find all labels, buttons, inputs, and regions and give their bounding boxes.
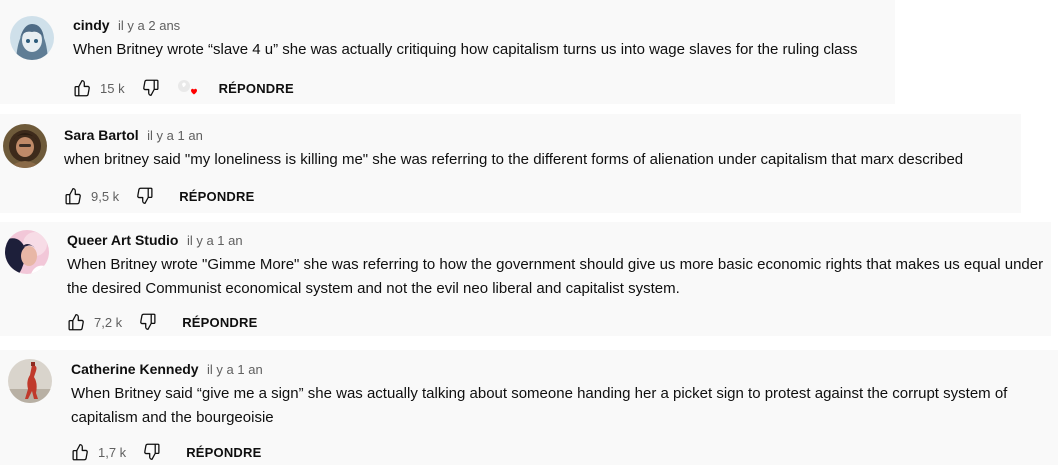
avatar[interactable] xyxy=(8,359,52,403)
thumb-down-icon[interactable] xyxy=(139,76,163,100)
heart-icon xyxy=(177,80,197,95)
thumb-up-icon[interactable] xyxy=(68,440,92,464)
comment-4: Catherine Kennedy il y a 1 an When Britn… xyxy=(0,350,1058,465)
timestamp[interactable]: il y a 1 an xyxy=(187,233,243,248)
comment-1: cindy il y a 2 ans When Britney wrote “s… xyxy=(0,0,895,104)
comment-toolbar: 7,2 k RÉPONDRE xyxy=(64,310,257,334)
thumb-up-icon[interactable] xyxy=(64,310,88,334)
comment-header: cindy il y a 2 ans xyxy=(73,17,180,35)
avatar[interactable] xyxy=(5,230,49,274)
comment-text: When Britney wrote "Gimme More" she was … xyxy=(67,256,1044,297)
thumb-up-icon[interactable] xyxy=(70,76,94,100)
reply-button[interactable]: RÉPONDRE xyxy=(219,81,294,96)
avatar-image xyxy=(3,124,47,168)
thumb-down-icon[interactable] xyxy=(133,184,157,208)
avatar-image xyxy=(10,16,54,60)
reply-button[interactable]: RÉPONDRE xyxy=(182,315,257,330)
comment-text: When Britney said “give me a sign” she w… xyxy=(71,385,1008,426)
reply-button[interactable]: RÉPONDRE xyxy=(179,189,254,204)
like-count: 9,5 k xyxy=(91,188,120,204)
avatar-image xyxy=(8,359,52,403)
creator-heart-badge xyxy=(175,76,201,100)
timestamp[interactable]: il y a 1 an xyxy=(207,362,263,377)
thumb-down-icon[interactable] xyxy=(140,440,164,464)
thumb-up-icon[interactable] xyxy=(61,184,85,208)
author-name[interactable]: cindy xyxy=(73,17,110,33)
comment-header: Queer Art Studio il y a 1 an xyxy=(67,232,243,250)
like-count: 1,7 k xyxy=(98,444,127,460)
comment-toolbar: 1,7 k RÉPONDRE xyxy=(68,440,261,464)
reply-button[interactable]: RÉPONDRE xyxy=(186,445,261,460)
like-count: 7,2 k xyxy=(94,314,123,330)
avatar[interactable] xyxy=(10,16,54,60)
timestamp[interactable]: il y a 2 ans xyxy=(118,18,180,33)
comment-text: when britney said "my loneliness is kill… xyxy=(64,151,964,168)
comment-header: Sara Bartol il y a 1 an xyxy=(64,127,203,145)
thumb-down-icon[interactable] xyxy=(136,310,160,334)
author-name[interactable]: Sara Bartol xyxy=(64,127,139,143)
comment-text: When Britney wrote “slave 4 u” she was a… xyxy=(73,41,858,58)
comment-header: Catherine Kennedy il y a 1 an xyxy=(71,361,263,379)
comment-toolbar: 9,5 k RÉPONDRE xyxy=(61,184,254,208)
avatar-image xyxy=(5,230,49,274)
like-count: 15 k xyxy=(100,80,125,96)
author-name[interactable]: Queer Art Studio xyxy=(67,232,179,248)
timestamp[interactable]: il y a 1 an xyxy=(147,128,203,143)
comment-3: Queer Art Studio il y a 1 an When Britne… xyxy=(0,222,1051,336)
avatar[interactable] xyxy=(3,124,47,168)
comment-toolbar: 15 k RÉPONDRE xyxy=(70,76,294,100)
author-name[interactable]: Catherine Kennedy xyxy=(71,361,199,377)
comment-2: Sara Bartol il y a 1 an when britney sai… xyxy=(0,114,1021,213)
